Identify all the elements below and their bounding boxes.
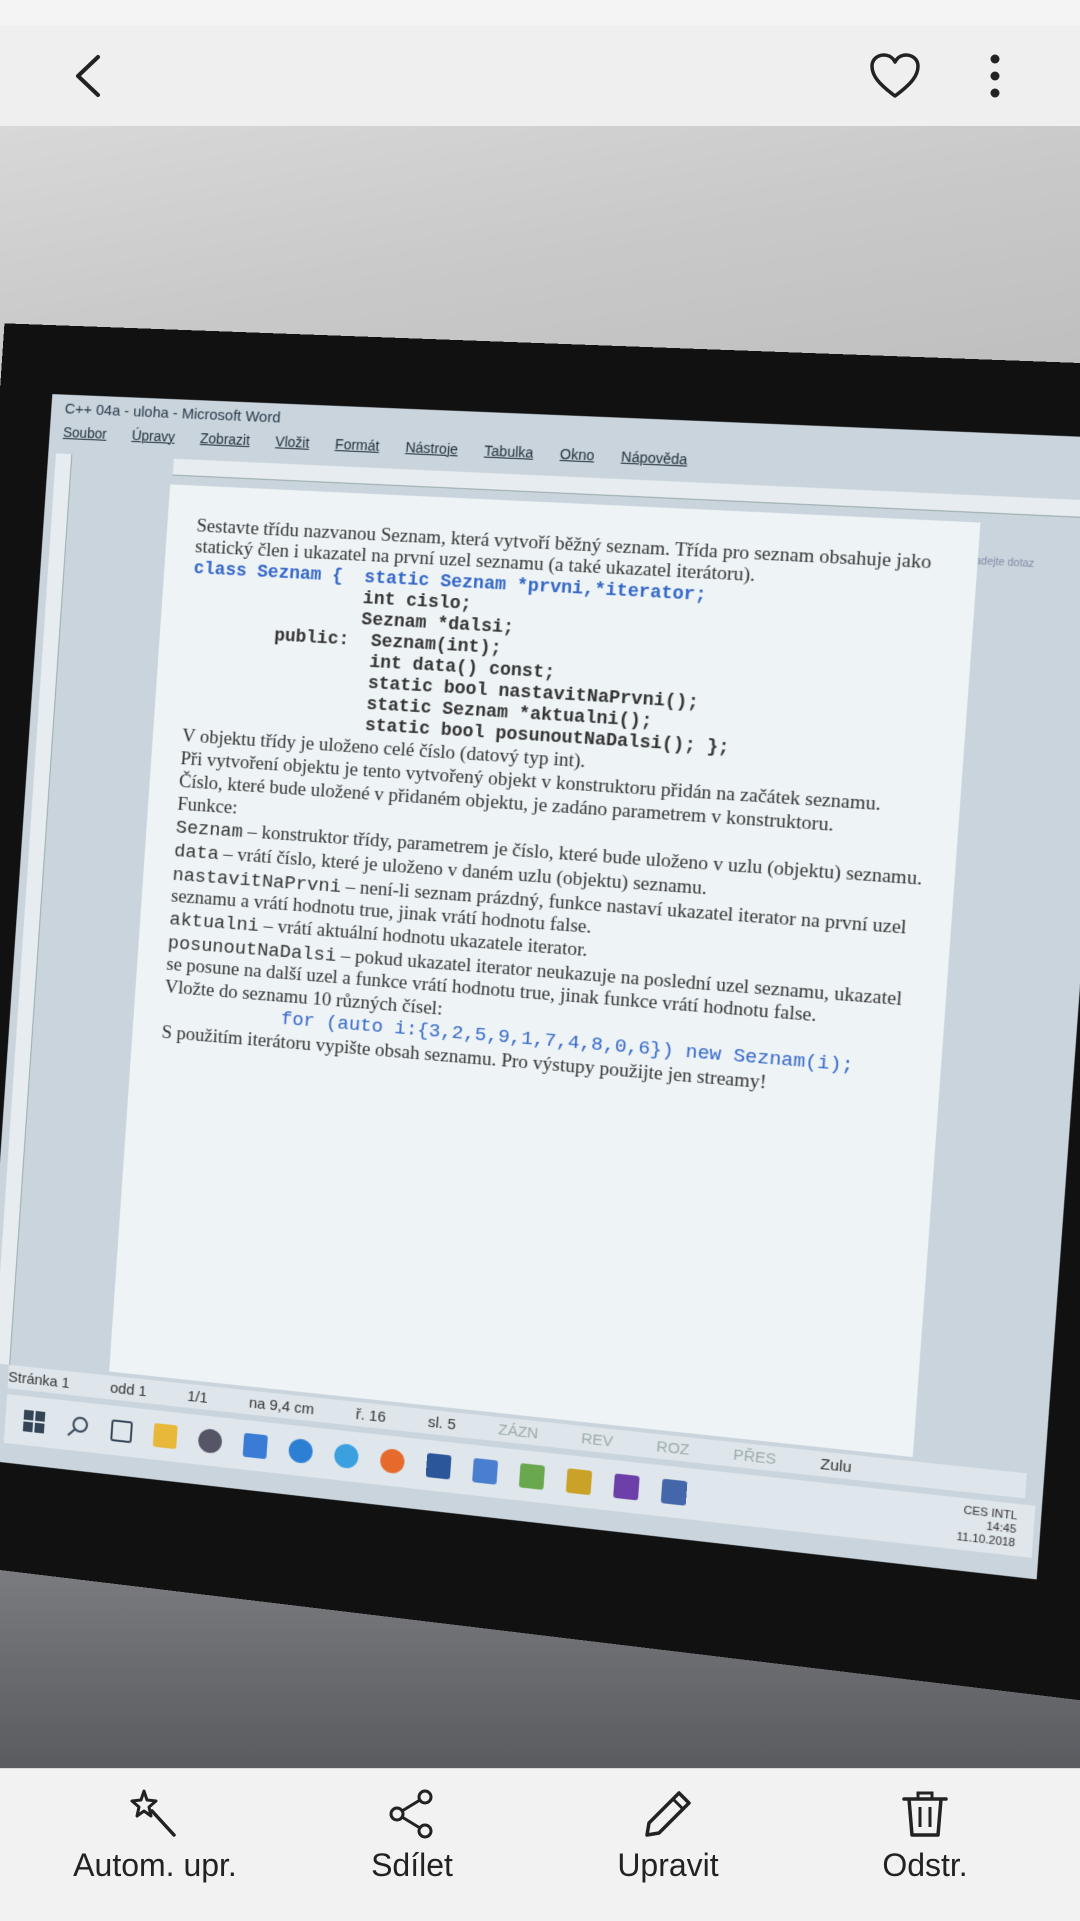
- magic-wand-icon: [130, 1789, 176, 1837]
- status-field: ZÁZN: [497, 1420, 539, 1443]
- function-name: Seznam: [175, 816, 244, 843]
- vertical-ruler: [0, 453, 73, 1365]
- status-field: odd 1: [109, 1379, 148, 1400]
- word-menu-bar: Soubor Úpravy Zobrazit Vložit Formát Nás…: [63, 424, 688, 468]
- windows-start-icon: [22, 1409, 46, 1434]
- menu-item: Nápověda: [620, 448, 688, 468]
- more-vertical-icon: [990, 54, 1000, 98]
- task-view-icon: [110, 1419, 133, 1444]
- top-app-bar: [0, 26, 1080, 127]
- search-icon: [66, 1413, 91, 1439]
- menu-item: Soubor: [62, 424, 108, 442]
- status-field: REV: [580, 1429, 614, 1451]
- action-label: Sdílet: [371, 1847, 453, 1883]
- projector-screen: C++ 04a - uloha - Microsoft Word Soubor …: [0, 323, 1080, 1706]
- more-options-button[interactable]: [955, 36, 1035, 116]
- status-field: ř. 16: [355, 1405, 387, 1426]
- projected-word-window: C++ 04a - uloha - Microsoft Word Soubor …: [0, 394, 1080, 1580]
- paint-icon: [565, 1468, 593, 1496]
- document-page: Sestavte třídu nazvanou Seznam, která vy…: [109, 484, 981, 1458]
- edit-button[interactable]: Upravit: [558, 1787, 778, 1907]
- status-field: PŘES: [732, 1445, 777, 1468]
- word-icon: [425, 1452, 452, 1480]
- menu-item: Tabulka: [483, 442, 535, 461]
- status-field: Zulu: [819, 1455, 853, 1476]
- photo-view[interactable]: C++ 04a - uloha - Microsoft Word Soubor …: [0, 126, 1080, 1768]
- delete-button[interactable]: Odstr.: [815, 1787, 1035, 1907]
- word-window-title: C++ 04a - uloha - Microsoft Word: [64, 400, 282, 427]
- bottom-action-bar: Autom. upr. Sdílet Upravit Odstr.: [0, 1768, 1080, 1921]
- edge-icon: [287, 1437, 314, 1465]
- status-bar: [0, 0, 1080, 26]
- system-tray: CES INTL 14:45 11.10.2018: [956, 1503, 1018, 1550]
- app-icon: [242, 1432, 268, 1460]
- menu-item: Úpravy: [131, 427, 176, 445]
- menu-item: Vložit: [274, 433, 310, 451]
- favorite-button[interactable]: [855, 36, 935, 116]
- gear-icon: [197, 1427, 223, 1455]
- word-doc-icon: [472, 1457, 499, 1485]
- pencil-icon: [645, 1791, 691, 1837]
- share-button[interactable]: Sdílet: [302, 1787, 522, 1907]
- visual-studio-icon: [613, 1473, 640, 1501]
- action-label: Upravit: [617, 1847, 719, 1883]
- trash-icon: [902, 1791, 948, 1837]
- status-field: sl. 5: [427, 1413, 457, 1434]
- chevron-left-icon: [76, 55, 100, 97]
- calculator-icon: [660, 1478, 688, 1506]
- ie-icon: [333, 1442, 360, 1470]
- action-label: Odstr.: [882, 1847, 968, 1883]
- back-button[interactable]: [48, 36, 128, 116]
- menu-item: Nástroje: [404, 439, 459, 458]
- folder-icon: [152, 1422, 178, 1450]
- firefox-icon: [379, 1447, 406, 1475]
- status-field: 1/1: [186, 1387, 209, 1407]
- status-field: Stránka 1: [7, 1368, 71, 1392]
- action-label: Autom. upr.: [73, 1847, 237, 1883]
- share-icon: [389, 1789, 433, 1839]
- menu-item: Formát: [334, 435, 380, 454]
- heart-icon: [870, 53, 920, 98]
- menu-item: Okno: [559, 445, 595, 464]
- status-field: ROZ: [655, 1437, 691, 1459]
- status-field: na 9,4 cm: [248, 1393, 315, 1418]
- function-name: data: [173, 840, 220, 866]
- menu-item: Zobrazit: [199, 430, 251, 449]
- notes-icon: [518, 1463, 546, 1490]
- auto-adjust-button[interactable]: Autom. upr.: [45, 1787, 265, 1907]
